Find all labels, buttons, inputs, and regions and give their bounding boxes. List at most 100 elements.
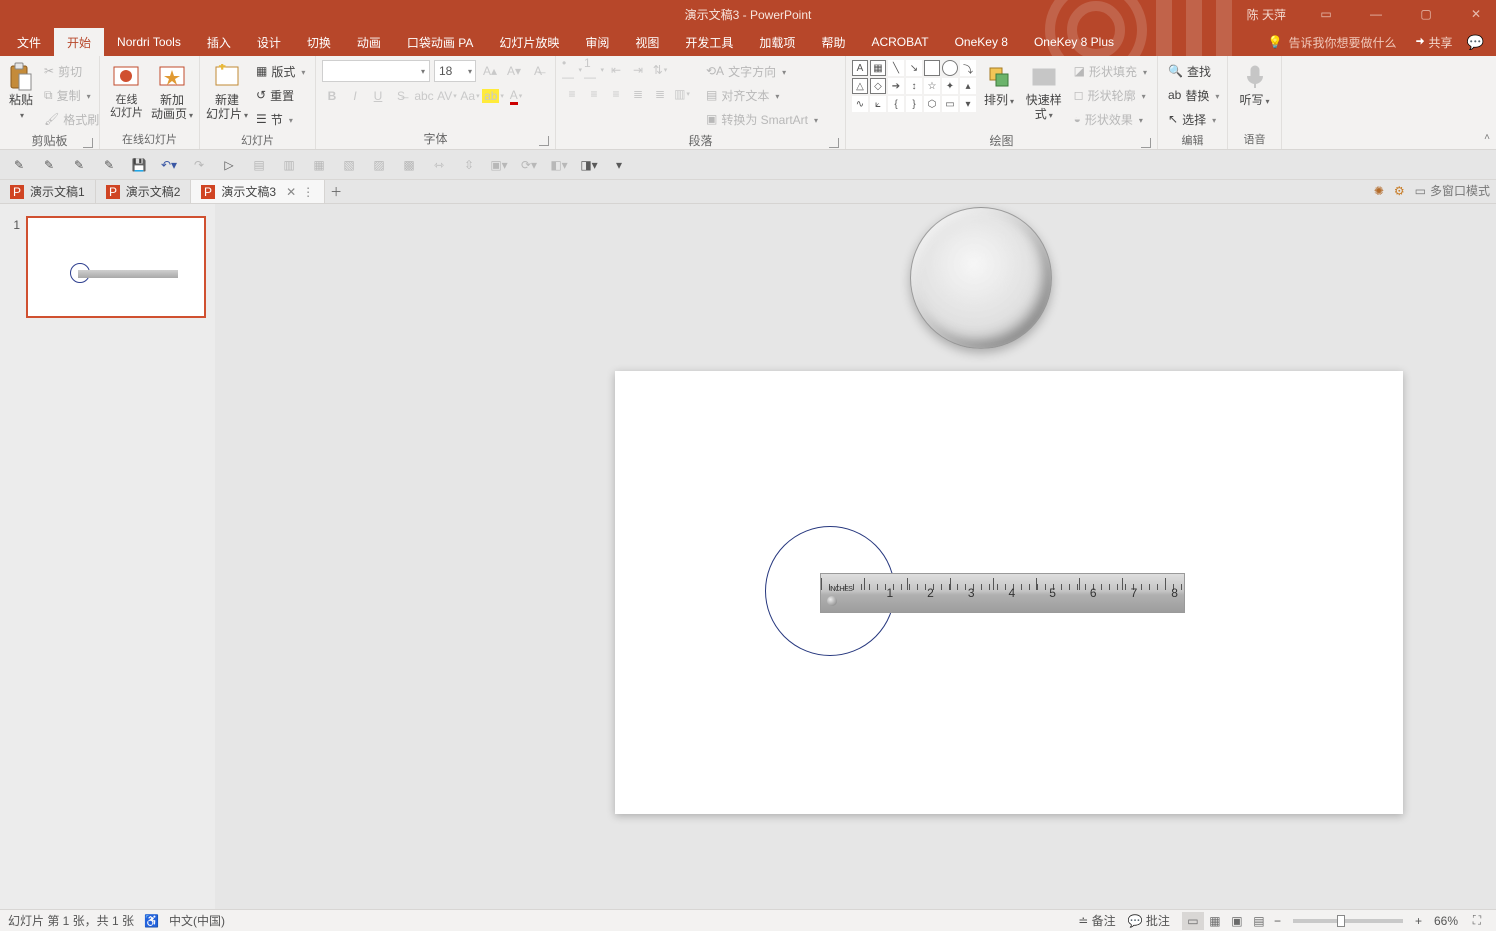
shape-effects-button[interactable]: ◒形状效果 [1070, 108, 1151, 130]
comments-icon[interactable]: 💬 [1467, 34, 1484, 51]
layout-button[interactable]: ▦版式 [252, 60, 309, 82]
shadow-button[interactable]: abc [414, 86, 434, 106]
shape-rect[interactable] [924, 60, 940, 76]
user-name[interactable]: 陈 天萍 [1247, 6, 1286, 23]
doctab-close-button[interactable]: ✕ [286, 185, 296, 199]
zoom-knob[interactable] [1337, 915, 1345, 927]
qat-customize[interactable]: ▾ [610, 156, 628, 174]
zoom-percent[interactable]: 66% [1434, 914, 1458, 928]
qat-slideshow[interactable]: ▷ [220, 156, 238, 174]
qat-group[interactable]: ▣▾ [490, 156, 508, 174]
align-left-button[interactable]: ≡ [562, 84, 582, 104]
tab-addins[interactable]: 加载项 [746, 28, 808, 56]
fit-to-window-button[interactable]: ⛶ [1466, 912, 1488, 930]
zoom-in-button[interactable]: + [1411, 914, 1426, 928]
tab-view[interactable]: 视图 [622, 28, 672, 56]
shape-freeform[interactable]: ⟀ [870, 96, 886, 112]
shape-misc2[interactable]: ▭ [942, 96, 958, 112]
tab-pocket-anim[interactable]: 口袋动画 PA [394, 28, 486, 56]
tab-acrobat[interactable]: ACROBAT [858, 28, 941, 56]
shape-arrow-right[interactable]: ➔ [888, 78, 904, 94]
tab-animations[interactable]: 动画 [344, 28, 394, 56]
zoom-slider[interactable] [1293, 919, 1403, 923]
addin-icon-1[interactable]: ✺ [1374, 184, 1384, 198]
share-button[interactable]: 共享 [1411, 34, 1453, 51]
cut-button[interactable]: ✂剪切 [40, 60, 103, 82]
slideshow-view-button[interactable]: ▤ [1248, 912, 1270, 930]
shape-misc1[interactable]: ⬡ [924, 96, 940, 112]
minimize-button[interactable]: — [1360, 7, 1392, 21]
shape-callout[interactable]: ✦ [942, 78, 958, 94]
underline-button[interactable]: U [368, 86, 388, 106]
qat-align2[interactable]: ▥ [280, 156, 298, 174]
tab-slideshow[interactable]: 幻灯片放映 [486, 28, 572, 56]
shape-connector[interactable]: ⤵ [960, 60, 976, 76]
highlight-button[interactable]: ab [483, 86, 503, 106]
shape-diamond[interactable]: ◇ [870, 78, 886, 94]
shape-arrow-updown[interactable]: ↕ [906, 78, 922, 94]
add-doctab-button[interactable]: ＋ [325, 180, 347, 203]
qat-dist-h[interactable]: ⇿ [430, 156, 448, 174]
qat-align1[interactable]: ▤ [250, 156, 268, 174]
multiwindow-button[interactable]: ▭ 多窗口模式 [1415, 182, 1490, 199]
qat-arrange2[interactable]: ◨▾ [580, 156, 598, 174]
font-dialog-launcher[interactable] [539, 136, 549, 146]
select-button[interactable]: ↖选择 [1164, 108, 1223, 130]
notes-button[interactable]: ≐ 备注 [1078, 912, 1115, 929]
shape-brace-left[interactable]: { [888, 96, 904, 112]
shape-picture[interactable]: ▦ [870, 60, 886, 76]
font-family-combo[interactable]: ▾ [322, 60, 430, 82]
tab-home[interactable]: 开始 [54, 28, 104, 56]
shape-brace-right[interactable]: } [906, 96, 922, 112]
slide-thumbnail-1[interactable] [26, 216, 206, 318]
arrange-button[interactable]: 排列 [980, 60, 1018, 108]
convert-smartart-button[interactable]: ▣转换为 SmartArt [702, 108, 822, 130]
qat-arrange1[interactable]: ◧▾ [550, 156, 568, 174]
shape-oval[interactable] [942, 60, 958, 76]
sorter-view-button[interactable]: ▦ [1204, 912, 1226, 930]
replace-button[interactable]: ab替换 [1164, 84, 1223, 106]
status-slide-indicator[interactable]: 幻灯片 第 1 张，共 1 张 [8, 912, 134, 929]
change-case-button[interactable]: Aa [460, 86, 480, 106]
tab-design[interactable]: 设计 [244, 28, 294, 56]
addin-icon-2[interactable]: ⚙ [1394, 184, 1405, 198]
slide-canvas[interactable]: INCHES 1 2 3 4 5 6 7 8 [615, 371, 1403, 814]
dictate-button[interactable]: 听写 [1234, 60, 1275, 108]
shapes-scroll-up[interactable]: ▴ [960, 78, 976, 94]
numbering-button[interactable]: 1— [584, 60, 604, 80]
qat-align5[interactable]: ▨ [370, 156, 388, 174]
justify-button[interactable]: ≣ [628, 84, 648, 104]
ruler-image[interactable]: INCHES 1 2 3 4 5 6 7 8 [820, 573, 1185, 613]
tab-nordri[interactable]: Nordri Tools [104, 28, 194, 56]
shape-triangle[interactable]: △ [852, 78, 868, 94]
doctab-2[interactable]: P 演示文稿2 [96, 180, 192, 203]
maximize-button[interactable]: ▢ [1410, 7, 1442, 21]
tell-me-search[interactable]: 💡 告诉我你想要做什么 [1268, 34, 1397, 51]
tab-transitions[interactable]: 切换 [294, 28, 344, 56]
tab-developer[interactable]: 开发工具 [672, 28, 746, 56]
font-size-combo[interactable]: 18▾ [434, 60, 476, 82]
qat-undo[interactable]: ↶▾ [160, 156, 178, 174]
qat-align4[interactable]: ▧ [340, 156, 358, 174]
shapes-more[interactable]: ▾ [960, 96, 976, 112]
normal-view-button[interactable]: ▭ [1182, 912, 1204, 930]
italic-button[interactable]: I [345, 86, 365, 106]
bold-button[interactable]: B [322, 86, 342, 106]
reading-view-button[interactable]: ▣ [1226, 912, 1248, 930]
shape-curve[interactable]: ∿ [852, 96, 868, 112]
qat-redo[interactable]: ↷ [190, 156, 208, 174]
clipboard-dialog-launcher[interactable] [83, 138, 93, 148]
collapse-ribbon-button[interactable]: ˄ [1484, 132, 1490, 143]
qat-dist-v[interactable]: ⇳ [460, 156, 478, 174]
qat-save[interactable]: 💾 [130, 156, 148, 174]
bullets-button[interactable]: •— [562, 60, 582, 80]
grow-font-button[interactable]: A▴ [480, 61, 500, 81]
online-slides-button[interactable]: 在线 幻灯片 [106, 60, 147, 120]
font-color-button[interactable]: A [506, 86, 526, 106]
decrease-indent-button[interactable]: ⇤ [606, 60, 626, 80]
new-slide-button[interactable]: 新建 幻灯片 [206, 60, 248, 122]
doctab-menu-button[interactable]: ⋮ [302, 185, 314, 199]
tab-file[interactable]: 文件 [4, 28, 54, 56]
shrink-font-button[interactable]: A▾ [504, 61, 524, 81]
align-right-button[interactable]: ≡ [606, 84, 626, 104]
